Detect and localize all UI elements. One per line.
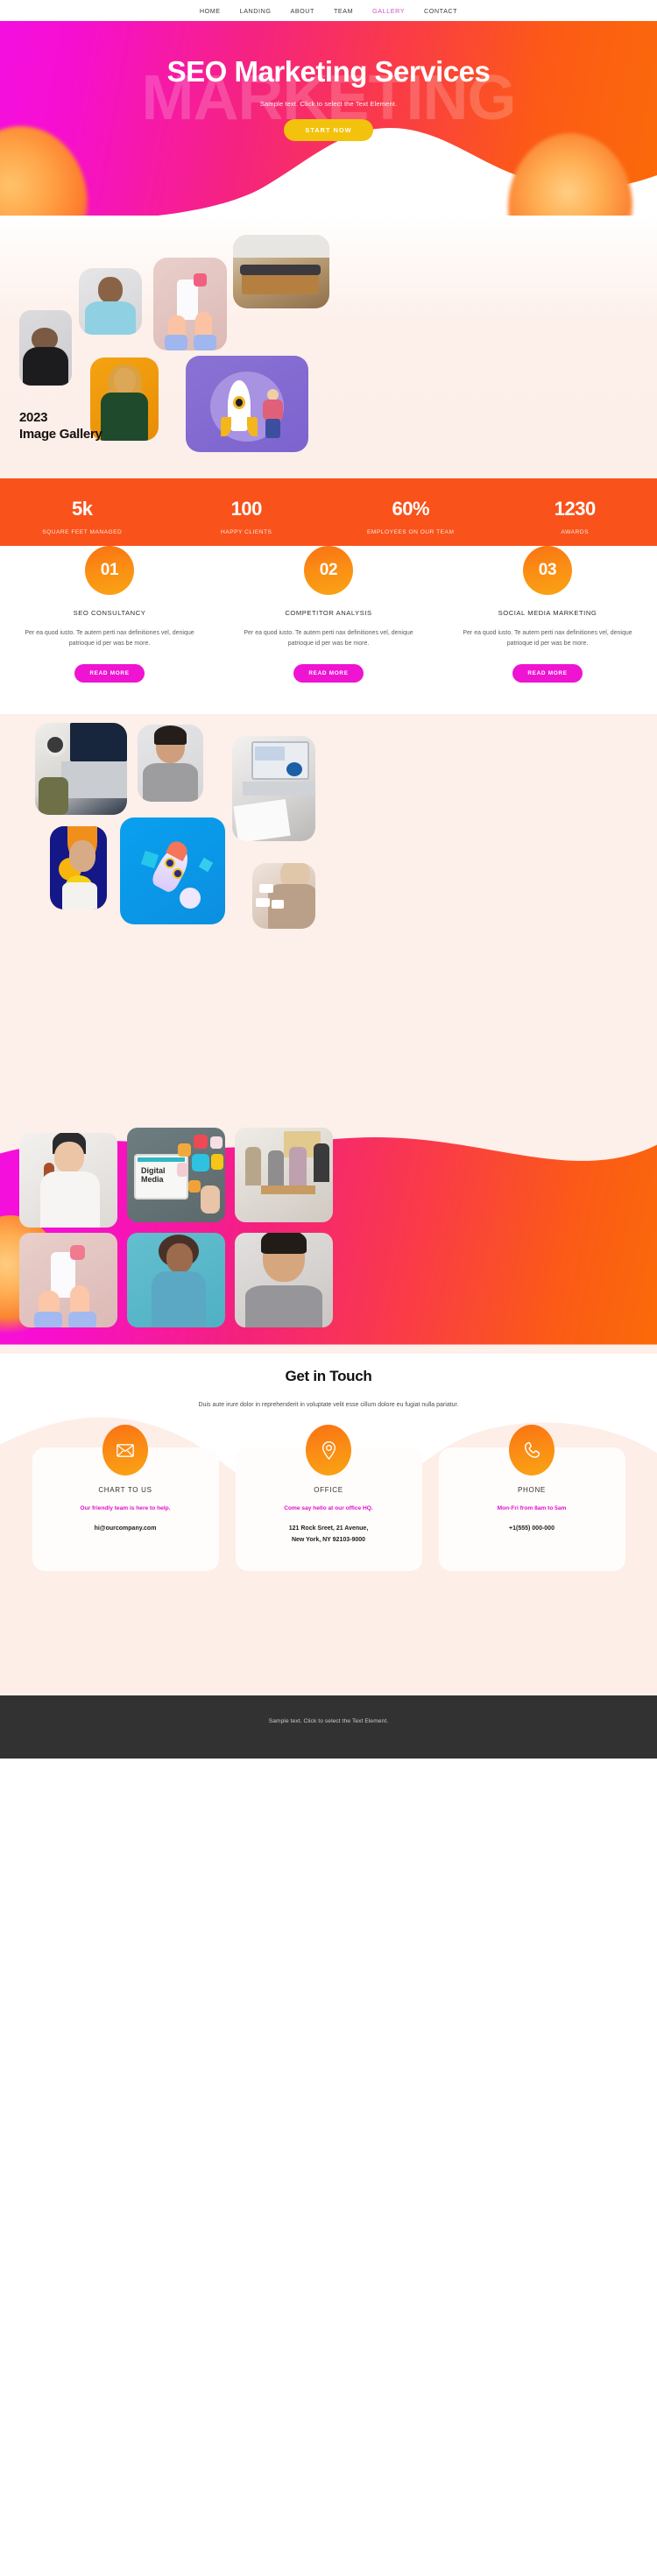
hero-content: SEO Marketing Services Sample text. Clic… xyxy=(0,21,657,141)
contact-card-title: CHART TO US xyxy=(98,1486,152,1495)
gallery-photo-laptop-analytics[interactable] xyxy=(232,735,315,841)
read-more-button[interactable]: READ MORE xyxy=(74,663,145,683)
read-more-button[interactable]: READ MORE xyxy=(293,663,364,683)
gallery-photo-digital-media-tablet[interactable]: Digital Media xyxy=(127,1127,225,1222)
stat-item: 100 HAPPY CLIENTS xyxy=(165,498,329,537)
service-number-badge: 02 xyxy=(304,546,353,595)
contact-card-note: Our friendly team is here to help. xyxy=(80,1505,171,1512)
gallery-caption-year: 2023 xyxy=(19,410,48,425)
service-title: COMPETITOR ANALYSIS xyxy=(285,609,372,617)
nav-item-gallery[interactable]: GALLERY xyxy=(372,7,405,15)
stat-item: 1230 AWARDS xyxy=(493,498,657,537)
nav-item-contact[interactable]: CONTACT xyxy=(424,7,457,15)
hero-section: MARKETING SEO Marketing Services Sample … xyxy=(0,21,657,216)
service-number-badge: 01 xyxy=(85,546,134,595)
service-title: SOCIAL MEDIA MARKETING xyxy=(498,609,597,617)
stat-label: EMPLOYEES ON OUR TEAM xyxy=(367,529,455,535)
gallery-photo-laptop-desk[interactable] xyxy=(35,722,127,815)
gallery-photo-woman-turtleneck-teal[interactable] xyxy=(127,1232,225,1327)
gallery-photo-team-brainstorm[interactable] xyxy=(235,1127,333,1222)
gallery-three-section: Digital Media xyxy=(0,1125,657,1354)
service-card: 03 SOCIAL MEDIA MARKETING Per ea quod iu… xyxy=(438,546,657,683)
envelope-icon xyxy=(102,1425,148,1476)
map-pin-icon xyxy=(306,1425,351,1476)
services-section: 01 SEO CONSULTANCY Per ea quod iusto. Te… xyxy=(0,546,657,714)
contact-card-note: Come say hello at our office HQ. xyxy=(284,1505,373,1512)
gallery-one-section: 2023 Image Gallery xyxy=(0,216,657,478)
digital-media-label: Digital Media xyxy=(141,1165,166,1184)
stat-item: 5k SQUARE FEET MANAGED xyxy=(0,498,165,537)
contact-section: Get in Touch Duis aute irure dolor in re… xyxy=(0,1353,657,1695)
gallery-photo-rocket-3d-blue[interactable] xyxy=(120,817,225,924)
hero-title: SEO Marketing Services xyxy=(166,55,491,88)
gallery-two-section xyxy=(0,713,657,1126)
gallery-photo-man-laughing-grey[interactable] xyxy=(138,724,203,802)
gallery-photo-woman-braid-white[interactable] xyxy=(19,1132,117,1228)
contact-title: Get in Touch xyxy=(285,1367,372,1384)
stat-label: SQUARE FEET MANAGED xyxy=(42,529,123,535)
service-card: 02 COMPETITOR ANALYSIS Per ea quod iusto… xyxy=(219,546,438,683)
contact-card-value[interactable]: +1(555) 000-000 xyxy=(451,1524,613,1535)
gallery-photo-man-black-tshirt[interactable] xyxy=(19,310,72,386)
contact-header: Get in Touch Duis aute irure dolor in re… xyxy=(0,1354,657,1412)
contact-card-note: Mon-Fri from 8am to 5am xyxy=(497,1505,567,1512)
hero-subtitle: Sample text. Click to select the Text El… xyxy=(259,99,398,108)
gallery-photo-woman-social-phone[interactable] xyxy=(252,862,315,929)
phone-icon xyxy=(509,1425,555,1476)
nav-item-team[interactable]: TEAM xyxy=(334,7,353,15)
gallery-photo-hand-phone-3d-2[interactable] xyxy=(19,1232,117,1327)
start-now-button[interactable]: START NOW xyxy=(284,118,373,141)
contact-card-phone[interactable]: PHONE Mon-Fri from 8am to 5am +1(555) 00… xyxy=(438,1425,625,1572)
stat-value: 1230 xyxy=(554,498,596,520)
contact-card-title: PHONE xyxy=(518,1486,546,1495)
service-description: Per ea quod iusto. Te autem perti nax de… xyxy=(463,630,632,648)
contact-subtitle: Duis aute irure dolor in reprehenderit i… xyxy=(198,1401,459,1408)
service-description: Per ea quod iusto. Te autem perti nax de… xyxy=(25,630,194,648)
gallery-photo-rocket-3d-purple[interactable] xyxy=(186,356,308,452)
contact-card-office[interactable]: OFFICE Come say hello at our office HQ. … xyxy=(235,1425,422,1572)
contact-card-value: 121 Rock Sreet, 21 Avenue, New York, NY … xyxy=(288,1525,369,1544)
service-number-badge: 03 xyxy=(523,546,572,595)
gallery-one-caption: 2023 Image Gallery xyxy=(19,410,102,442)
gallery-photo-man-blue-shirt[interactable] xyxy=(79,268,142,335)
gallery-photo-woman-graphic-blue[interactable] xyxy=(50,825,107,909)
stat-value: 5k xyxy=(72,498,93,520)
contact-card-value[interactable]: hi@ourcompany.com xyxy=(45,1524,207,1535)
nav-item-landing[interactable]: LANDING xyxy=(240,7,272,15)
stat-value: 60% xyxy=(392,498,430,520)
contact-card-chat[interactable]: CHART TO US Our friendly team is here to… xyxy=(32,1425,219,1572)
stat-item: 60% EMPLOYEES ON OUR TEAM xyxy=(328,498,493,537)
stat-label: AWARDS xyxy=(561,529,589,535)
read-more-button[interactable]: READ MORE xyxy=(512,663,583,683)
stat-value: 100 xyxy=(230,498,263,520)
contact-card-title: OFFICE xyxy=(314,1486,343,1495)
gallery-photo-conference-room[interactable] xyxy=(233,235,329,308)
page-footer: Sample text. Click to select the Text El… xyxy=(0,1695,657,1759)
stat-label: HAPPY CLIENTS xyxy=(221,529,272,535)
gallery-photo-hand-phone-3d[interactable] xyxy=(153,258,227,350)
contact-cards: CHART TO US Our friendly team is here to… xyxy=(0,1425,657,1572)
main-navigation: HOME LANDING ABOUT TEAM GALLERY CONTACT xyxy=(0,0,657,21)
service-card: 01 SEO CONSULTANCY Per ea quod iusto. Te… xyxy=(0,546,219,683)
nav-item-about[interactable]: ABOUT xyxy=(290,7,314,15)
service-description: Per ea quod iusto. Te autem perti nax de… xyxy=(244,630,413,648)
service-title: SEO CONSULTANCY xyxy=(73,609,146,617)
gallery-caption-title: Image Gallery xyxy=(19,427,102,442)
footer-text: Sample text. Click to select the Text El… xyxy=(268,1717,389,1724)
gallery-photo-man-laughing-grey-2[interactable] xyxy=(235,1232,333,1327)
nav-item-home[interactable]: HOME xyxy=(200,7,221,15)
